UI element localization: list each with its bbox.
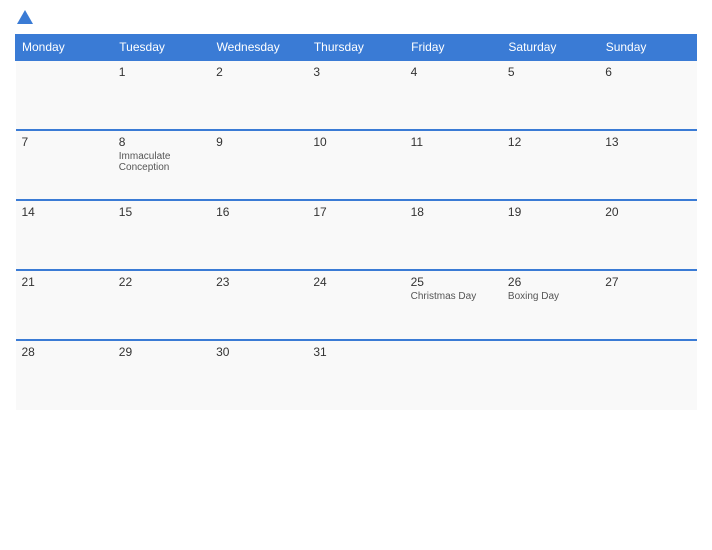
week-row-0: 123456	[16, 60, 697, 130]
calendar-cell: 6	[599, 60, 696, 130]
day-number: 26	[508, 275, 593, 289]
holiday-label: Immaculate Conception	[119, 151, 204, 173]
day-number: 24	[313, 275, 398, 289]
day-number: 25	[411, 275, 496, 289]
day-number: 8	[119, 135, 204, 149]
calendar-cell: 13	[599, 130, 696, 200]
calendar-table: MondayTuesdayWednesdayThursdayFridaySatu…	[15, 34, 697, 410]
calendar-cell: 5	[502, 60, 599, 130]
calendar-header	[15, 10, 697, 26]
day-number: 31	[313, 345, 398, 359]
weekday-header-saturday: Saturday	[502, 35, 599, 61]
calendar-cell: 27	[599, 270, 696, 340]
calendar-cell: 24	[307, 270, 404, 340]
day-number: 22	[119, 275, 204, 289]
calendar-cell	[405, 340, 502, 410]
holiday-label: Boxing Day	[508, 291, 593, 302]
calendar-cell	[16, 60, 113, 130]
day-number: 6	[605, 65, 690, 79]
day-number: 2	[216, 65, 301, 79]
calendar-cell: 15	[113, 200, 210, 270]
calendar-cell: 7	[16, 130, 113, 200]
day-number: 1	[119, 65, 204, 79]
calendar-cell: 30	[210, 340, 307, 410]
weekday-header-sunday: Sunday	[599, 35, 696, 61]
week-row-4: 28 29 30 31	[16, 340, 697, 410]
calendar-cell: 17	[307, 200, 404, 270]
calendar-cell: 28	[16, 340, 113, 410]
holiday-label: Christmas Day	[411, 291, 496, 302]
logo	[15, 10, 33, 26]
calendar-cell: 3	[307, 60, 404, 130]
calendar-cell: 4	[405, 60, 502, 130]
day-number: 19	[508, 205, 593, 219]
day-number: 28	[22, 345, 107, 359]
day-number: 27	[605, 275, 690, 289]
day-number: 3	[313, 65, 398, 79]
calendar-container: MondayTuesdayWednesdayThursdayFridaySatu…	[0, 0, 712, 550]
calendar-cell: 18	[405, 200, 502, 270]
calendar-cell	[599, 340, 696, 410]
day-number: 29	[119, 345, 204, 359]
calendar-cell: 21	[16, 270, 113, 340]
weekday-header-thursday: Thursday	[307, 35, 404, 61]
calendar-cell: 11	[405, 130, 502, 200]
day-number: 10	[313, 135, 398, 149]
day-number: 18	[411, 205, 496, 219]
day-number: 11	[411, 135, 496, 149]
logo-triangle-icon	[17, 10, 33, 24]
week-row-1: 78 Immaculate Conception 9 10 11 12 13	[16, 130, 697, 200]
calendar-cell: 22	[113, 270, 210, 340]
day-number: 12	[508, 135, 593, 149]
day-number: 7	[22, 135, 107, 149]
calendar-cell	[502, 340, 599, 410]
day-number: 16	[216, 205, 301, 219]
weekday-header-monday: Monday	[16, 35, 113, 61]
calendar-cell: 25 Christmas Day	[405, 270, 502, 340]
calendar-cell: 29	[113, 340, 210, 410]
weekday-header-friday: Friday	[405, 35, 502, 61]
calendar-cell: 23	[210, 270, 307, 340]
day-number: 9	[216, 135, 301, 149]
weekday-header-tuesday: Tuesday	[113, 35, 210, 61]
calendar-cell: 1	[113, 60, 210, 130]
calendar-cell: 19	[502, 200, 599, 270]
day-number: 23	[216, 275, 301, 289]
day-number: 21	[22, 275, 107, 289]
calendar-cell: 16	[210, 200, 307, 270]
day-number: 5	[508, 65, 593, 79]
weekday-header-wednesday: Wednesday	[210, 35, 307, 61]
day-number: 17	[313, 205, 398, 219]
day-number: 4	[411, 65, 496, 79]
day-number: 30	[216, 345, 301, 359]
calendar-cell: 14	[16, 200, 113, 270]
calendar-cell: 10	[307, 130, 404, 200]
calendar-cell: 26 Boxing Day	[502, 270, 599, 340]
calendar-cell: 20	[599, 200, 696, 270]
calendar-cell: 9	[210, 130, 307, 200]
day-number: 13	[605, 135, 690, 149]
calendar-cell: 12	[502, 130, 599, 200]
day-number: 20	[605, 205, 690, 219]
calendar-cell: 8 Immaculate Conception	[113, 130, 210, 200]
calendar-cell: 2	[210, 60, 307, 130]
week-row-2: 14 15 16 17 18 19 20	[16, 200, 697, 270]
week-row-3: 21 22 23 24 25 Christmas Day 26 Boxing Day 27	[16, 270, 697, 340]
weekday-header-row: MondayTuesdayWednesdayThursdayFridaySatu…	[16, 35, 697, 61]
day-number: 15	[119, 205, 204, 219]
day-number: 14	[22, 205, 107, 219]
calendar-cell: 31	[307, 340, 404, 410]
